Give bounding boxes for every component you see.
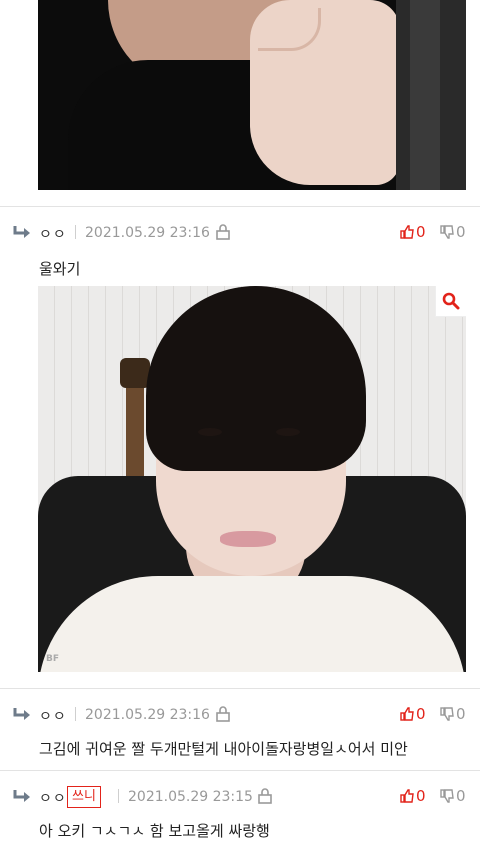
lock-icon	[216, 706, 230, 722]
comment-text: 그김에 귀여운 짤 두개만털게 내아이돌자랑병일ㅅ어서 미안	[39, 740, 408, 758]
attached-image[interactable]: BF	[38, 286, 466, 672]
thumbs-down-icon	[440, 707, 454, 721]
comment-nickname[interactable]: ㅇㅇ	[39, 224, 67, 244]
thumbs-up-icon	[400, 225, 414, 239]
comment-divider	[0, 688, 480, 689]
downvote-button[interactable]: 0	[440, 786, 466, 806]
downvote-count: 0	[456, 223, 466, 241]
zoom-button[interactable]	[435, 286, 466, 317]
comment-divider	[0, 206, 480, 207]
photo-hand-shape	[250, 0, 400, 185]
reply-arrow-icon	[13, 708, 30, 720]
thumbs-up-icon	[400, 789, 414, 803]
comment-nickname[interactable]: ㅇㅇ	[39, 706, 67, 726]
photo-background-shape	[396, 0, 466, 190]
photo-lips-shape	[220, 531, 276, 547]
photo-eye-shape	[198, 428, 222, 436]
meta-separator	[118, 789, 119, 803]
thumbs-down-icon	[440, 225, 454, 239]
magnifier-icon	[442, 292, 460, 310]
downvote-button[interactable]: 0	[440, 704, 466, 724]
reply-arrow-icon	[13, 790, 30, 802]
comment-text: 아 오키 ㄱㅅㄱㅅ 함 보고올게 싸랑행	[39, 822, 270, 840]
photo-eye-shape	[276, 428, 300, 436]
upvote-button[interactable]: 0	[400, 786, 426, 806]
thumbs-down-icon	[440, 789, 454, 803]
lock-icon	[258, 788, 272, 804]
comment-meta: ㅇㅇ 2021.05.29 23:16 0 0	[0, 222, 480, 246]
lock-icon	[216, 224, 230, 240]
photo-shirt-shape	[38, 576, 466, 672]
comment-date: 2021.05.29 23:16	[85, 707, 210, 723]
upvote-button[interactable]: 0	[400, 704, 426, 724]
photo-watermark: BF	[46, 654, 60, 664]
comment-date: 2021.05.29 23:15	[128, 789, 253, 805]
downvote-count: 0	[456, 705, 466, 723]
comment-divider	[0, 770, 480, 771]
downvote-count: 0	[456, 787, 466, 805]
attached-image-top[interactable]	[38, 0, 466, 190]
upvote-count: 0	[416, 787, 426, 805]
meta-separator	[75, 225, 76, 239]
reply-arrow-icon	[13, 226, 30, 238]
comment-meta: ㅇㅇ 2021.05.29 23:16 0 0	[0, 704, 480, 728]
meta-separator	[75, 707, 76, 721]
downvote-button[interactable]: 0	[440, 222, 466, 242]
author-badge: 쓰니	[67, 786, 101, 808]
comment-date: 2021.05.29 23:16	[85, 225, 210, 241]
upvote-count: 0	[416, 223, 426, 241]
upvote-button[interactable]: 0	[400, 222, 426, 242]
comment-meta: ㅇㅇ 쓰니 2021.05.29 23:15 0 0	[0, 786, 480, 810]
upvote-count: 0	[416, 705, 426, 723]
comment-text: 울와기	[39, 260, 81, 278]
comment-nickname[interactable]: ㅇㅇ	[39, 788, 67, 808]
thumbs-up-icon	[400, 707, 414, 721]
